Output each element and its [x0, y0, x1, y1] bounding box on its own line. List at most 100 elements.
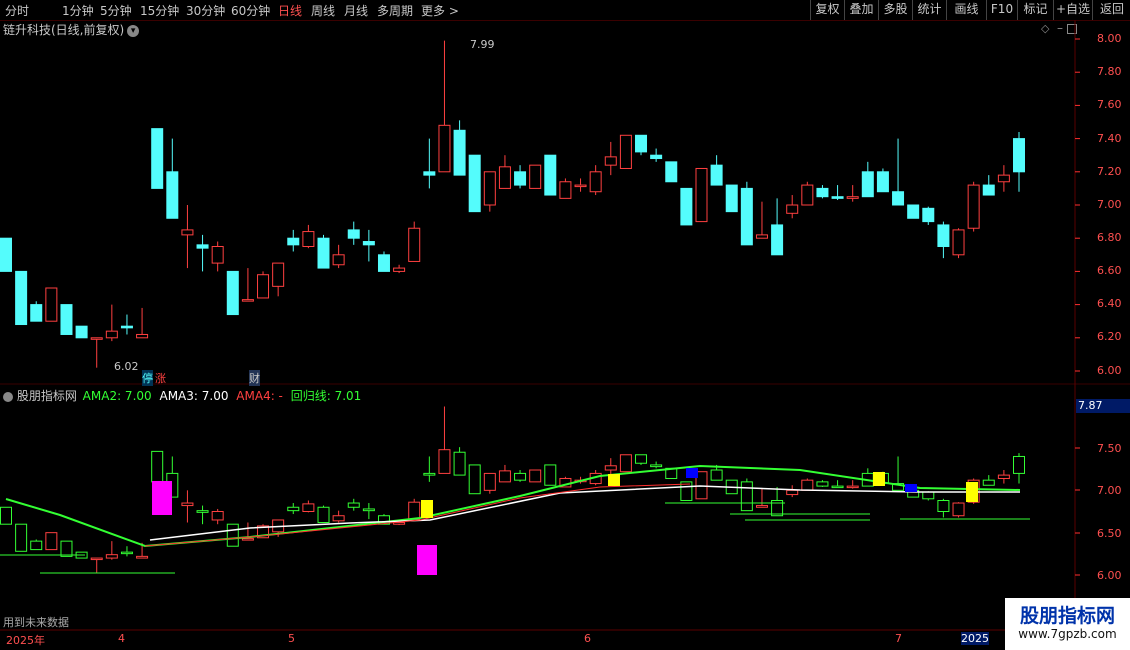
- ind-candle: [604, 465, 617, 471]
- candle: [665, 161, 678, 183]
- candle: [514, 171, 527, 186]
- ind-candle: [181, 502, 194, 507]
- candle: [332, 254, 345, 266]
- ind-candle: [982, 479, 995, 486]
- limit-badge[interactable]: 停: [142, 370, 153, 386]
- candle: [650, 154, 663, 160]
- ind-candle: [136, 555, 149, 559]
- candle: [529, 164, 542, 189]
- candle: [408, 227, 421, 262]
- ind-candle: [635, 454, 648, 464]
- ind-candle: [786, 489, 799, 496]
- date-month-7: 7: [895, 632, 902, 645]
- price-tick: 7.60: [1097, 98, 1122, 111]
- candle: [317, 237, 330, 269]
- yellow-signal: [421, 500, 433, 518]
- price-tick: 6.60: [1097, 264, 1122, 277]
- candle: [0, 237, 12, 272]
- candle: [559, 181, 572, 199]
- ama4-value: AMA4: -: [236, 389, 283, 403]
- ind-candle: [740, 481, 753, 512]
- ind-candle: [514, 472, 527, 481]
- blue-signal: [905, 484, 917, 492]
- watermark-name: 股朋指标网: [1019, 605, 1115, 627]
- limit-up-badge[interactable]: 涨: [155, 370, 166, 386]
- date-month-5: 5: [288, 632, 295, 645]
- ind-candle: [151, 450, 164, 483]
- signal-block: [417, 545, 437, 575]
- ind-tick: 7.00: [1097, 484, 1122, 497]
- candle: [831, 196, 844, 199]
- ind-candle: [120, 551, 133, 555]
- candle: [498, 166, 511, 189]
- price-axis-ticks: [1075, 38, 1080, 576]
- candle: [257, 274, 270, 299]
- ind-candle: [332, 515, 345, 522]
- candle: [166, 171, 179, 219]
- candle: [226, 270, 239, 316]
- price-tick: 6.00: [1097, 364, 1122, 377]
- ind-candle: [287, 506, 300, 512]
- blue-signal: [686, 468, 698, 478]
- candle: [725, 184, 738, 213]
- ind-candle: [45, 532, 58, 551]
- candle: [302, 231, 315, 247]
- finance-badge[interactable]: 财: [249, 370, 260, 386]
- candle: [740, 187, 753, 246]
- date-month-4: 4: [118, 632, 125, 645]
- yellow-signal: [608, 474, 620, 486]
- price-tick: 7.20: [1097, 165, 1122, 178]
- candle: [453, 129, 466, 176]
- ind-candle: [60, 540, 73, 557]
- candle: [211, 246, 224, 264]
- low-price-label: 6.02: [114, 360, 139, 373]
- ind-candle: [211, 511, 224, 521]
- candle: [196, 244, 209, 249]
- candle: [574, 184, 587, 188]
- candle: [483, 171, 496, 206]
- ind-candle: [846, 485, 859, 489]
- date-month-6: 6: [584, 632, 591, 645]
- indicator-name[interactable]: 股朋指标网: [17, 389, 77, 403]
- ind-candle: [544, 464, 557, 486]
- candlestick-chart[interactable]: [0, 0, 1130, 650]
- ind-candle: [755, 505, 768, 508]
- candle: [287, 237, 300, 246]
- ind-candle: [831, 485, 844, 489]
- yellow-signal: [873, 472, 885, 486]
- ind-candle: [30, 540, 43, 551]
- candle: [755, 234, 768, 239]
- price-tick: 7.40: [1097, 132, 1122, 145]
- ama2-value: AMA2: 7.00: [82, 389, 152, 403]
- ind-candle: [408, 501, 421, 520]
- ind-candle: [15, 523, 28, 552]
- ind-candle: [90, 557, 103, 561]
- price-tick: 6.20: [1097, 330, 1122, 343]
- date-year-start: 2025年: [6, 634, 45, 647]
- ind-candle: [302, 503, 315, 513]
- candle: [801, 184, 814, 206]
- ind-candle: [317, 506, 330, 524]
- candle: [710, 164, 723, 186]
- candle: [151, 128, 164, 189]
- candle: [544, 154, 557, 196]
- high-price-label: 7.99: [470, 38, 495, 51]
- ind-candle: [483, 472, 496, 491]
- watermark: 股朋指标网 www.7gpzb.com: [1005, 598, 1130, 650]
- candle: [241, 299, 254, 302]
- ind-candle: [801, 479, 814, 491]
- ind-candle: [816, 481, 829, 487]
- ind-candle: [937, 499, 950, 513]
- candle: [786, 204, 799, 214]
- current-value-badge: 7.87: [1076, 399, 1130, 413]
- candle: [967, 184, 980, 229]
- price-tick: 6.80: [1097, 231, 1122, 244]
- buy-signal-block: [152, 481, 172, 515]
- candle: [589, 171, 602, 193]
- ind-candle: [529, 469, 542, 483]
- candle: [892, 191, 905, 206]
- candle: [60, 304, 73, 335]
- settings-dot-icon[interactable]: [3, 391, 13, 402]
- candle: [846, 196, 859, 199]
- price-tick: 7.00: [1097, 198, 1122, 211]
